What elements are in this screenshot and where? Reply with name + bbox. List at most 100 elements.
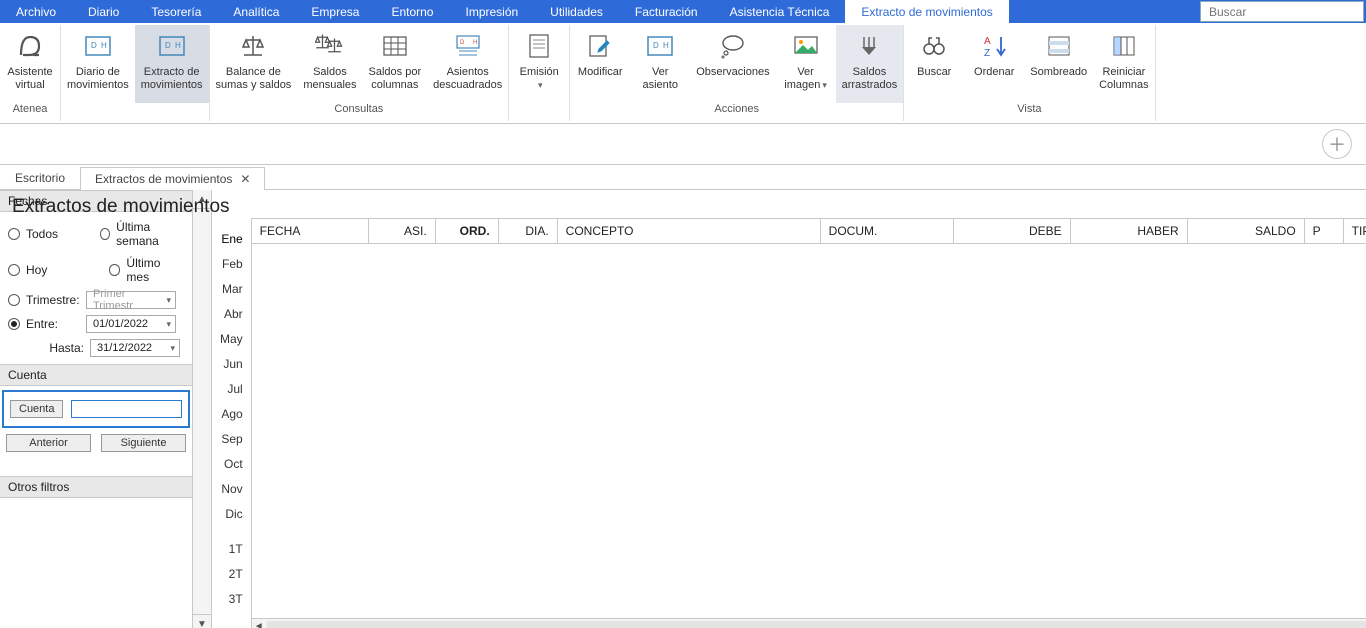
observaciones-button[interactable]: Observaciones — [690, 25, 775, 103]
scroll-track[interactable] — [267, 621, 1366, 628]
asientos-descuadrados-button[interactable]: DHAsientosdescuadrados — [427, 25, 508, 103]
menu-tab-utilidades[interactable]: Utilidades — [534, 0, 619, 23]
menubar: ArchivoDiarioTesoreríaAnalíticaEmpresaEn… — [0, 0, 1366, 23]
saldos-mensuales-button[interactable]: Saldosmensuales — [297, 25, 362, 103]
emision-button[interactable]: Emisión — [509, 25, 569, 103]
page-title: Extractos de movimientos — [0, 190, 246, 228]
asistente-virtual-button[interactable]: Asistentevirtual — [0, 25, 60, 103]
scales-icon — [314, 29, 346, 63]
col-tipoiva[interactable]: TIPOIVA — [1344, 219, 1366, 243]
month-feb[interactable]: Feb — [196, 251, 251, 276]
reiniciar-col-label1: Reiniciar — [1102, 66, 1145, 79]
col-asi[interactable]: ASI. — [369, 219, 436, 243]
menu-tab-facturación[interactable]: Facturación — [619, 0, 714, 23]
svg-text:H: H — [473, 40, 477, 46]
radio-ultima-semana[interactable] — [100, 228, 110, 240]
month-ago[interactable]: Ago — [196, 401, 251, 426]
col-p[interactable]: P — [1305, 219, 1344, 243]
col-haber[interactable]: HABER — [1071, 219, 1188, 243]
menu-tab-tesorería[interactable]: Tesorería — [135, 0, 217, 23]
dh2-icon: DH — [452, 29, 484, 63]
month-abr[interactable]: Abr — [196, 301, 251, 326]
radio-ultimo-mes[interactable] — [109, 264, 121, 276]
month-jun[interactable]: Jun — [196, 351, 251, 376]
ver-asiento-button[interactable]: DHVerasiento — [630, 25, 690, 103]
month-2t[interactable]: 2T — [196, 561, 251, 586]
svg-text:H: H — [663, 41, 669, 50]
radio-hoy[interactable] — [8, 264, 20, 276]
menu-tab-asistencia-técnica[interactable]: Asistencia Técnica — [714, 0, 846, 23]
col-docum[interactable]: DOCUM. — [821, 219, 954, 243]
svg-text:D: D — [165, 41, 171, 50]
month-mar[interactable]: Mar — [196, 276, 251, 301]
edit-icon — [584, 29, 616, 63]
asientos-descuadrados-label2: descuadrados — [433, 79, 502, 92]
menu-tab-diario[interactable]: Diario — [72, 0, 135, 23]
month-jul[interactable]: Jul — [196, 376, 251, 401]
buscar-button[interactable]: Buscar — [904, 25, 964, 103]
cuenta-box: Cuenta — [2, 390, 190, 428]
add-strip: ＋ — [0, 124, 1366, 164]
month-ene[interactable]: Ene — [196, 226, 251, 251]
thought-icon — [717, 29, 749, 63]
menu-tab-impresión[interactable]: Impresión — [449, 0, 534, 23]
ribbon-group-label: Vista — [904, 103, 1154, 121]
scroll-down-icon[interactable]: ▼ — [193, 614, 211, 628]
cuenta-input[interactable] — [71, 400, 182, 418]
tab-extractos[interactable]: Extractos de movimientos ✕ — [80, 167, 265, 190]
month-3t[interactable]: 3T — [196, 586, 251, 611]
page-body: Extractos de movimientos Fechas Todos Úl… — [0, 190, 1366, 628]
radio-todos[interactable] — [8, 228, 20, 240]
extracto-movimientos-button[interactable]: DHExtracto demovimientos — [135, 25, 209, 103]
modificar-button[interactable]: Modificar — [570, 25, 630, 103]
col-ord[interactable]: ORD. — [436, 219, 499, 243]
month-oct[interactable]: Oct — [196, 451, 251, 476]
menu-tab-archivo[interactable]: Archivo — [0, 0, 72, 23]
saldos-columnas-label1: Saldos por — [369, 66, 422, 79]
col-fecha[interactable]: FECHA — [252, 219, 369, 243]
entre-fecha-input[interactable]: 01/01/2022▾ — [86, 315, 176, 333]
radio-trimestre[interactable] — [8, 294, 20, 306]
reiniciar-col-button[interactable]: ReiniciarColumnas — [1093, 25, 1155, 103]
close-icon[interactable]: ✕ — [240, 172, 250, 186]
month-sep[interactable]: Sep — [196, 426, 251, 451]
saldos-columnas-button[interactable]: Saldos porcolumnas — [363, 25, 428, 103]
month-nov[interactable]: Nov — [196, 476, 251, 501]
label-hasta: Hasta: — [30, 341, 84, 355]
menu-tab-active[interactable]: Extracto de movimientos — [845, 0, 1008, 23]
sombreado-button[interactable]: Sombreado — [1024, 25, 1093, 103]
month-1t[interactable]: 1T — [196, 536, 251, 561]
anterior-button[interactable]: Anterior — [6, 434, 91, 452]
menu-tab-entorno[interactable]: Entorno — [375, 0, 449, 23]
tab-extractos-label: Extractos de movimientos — [95, 172, 232, 186]
diario-movimientos-button[interactable]: DHDiario demovimientos — [61, 25, 135, 103]
otros-head: Otros filtros — [0, 476, 192, 498]
siguiente-button[interactable]: Siguiente — [101, 434, 186, 452]
hasta-fecha-input[interactable]: 31/12/2022▾ — [90, 339, 180, 357]
ordenar-button[interactable]: AZOrdenar — [964, 25, 1024, 103]
svg-text:H: H — [101, 41, 107, 50]
horizontal-scrollbar[interactable]: ◄ ► — [252, 618, 1366, 628]
search-box[interactable] — [1200, 1, 1364, 22]
scroll-left-icon[interactable]: ◄ — [252, 621, 266, 628]
saldos-arrastrados-button[interactable]: Saldosarrastrados — [836, 25, 904, 103]
col-dia[interactable]: DIA. — [499, 219, 558, 243]
menu-tab-empresa[interactable]: Empresa — [295, 0, 375, 23]
radio-entre[interactable] — [8, 318, 20, 330]
left-column: Fechas Todos Última semana — [0, 190, 212, 628]
menu-tab-analítica[interactable]: Analítica — [217, 0, 295, 23]
ver-imagen-button[interactable]: Verimagen — [776, 25, 836, 103]
search-input[interactable] — [1207, 4, 1357, 20]
col-saldo[interactable]: SALDO — [1188, 219, 1305, 243]
col-concepto[interactable]: CONCEPTO — [558, 219, 821, 243]
col-debe[interactable]: DEBE — [954, 219, 1071, 243]
cuenta-button[interactable]: Cuenta — [10, 400, 63, 418]
trimestre-select[interactable]: Primer Trimestr▾ — [86, 291, 176, 309]
month-may[interactable]: May — [196, 326, 251, 351]
plus-icon: ＋ — [1328, 131, 1346, 157]
diario-movimientos-label2: movimientos — [67, 79, 129, 92]
tab-escritorio[interactable]: Escritorio — [0, 166, 80, 189]
month-dic[interactable]: Dic — [196, 501, 251, 526]
sumas-saldos-button[interactable]: Balance desumas y saldos — [210, 25, 298, 103]
add-button[interactable]: ＋ — [1322, 129, 1352, 159]
